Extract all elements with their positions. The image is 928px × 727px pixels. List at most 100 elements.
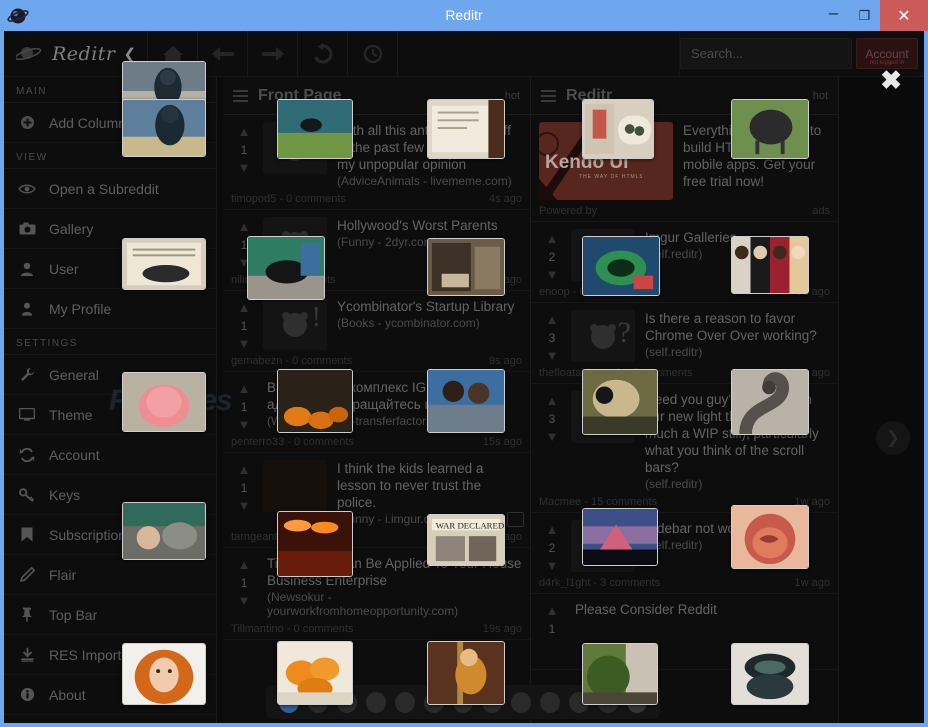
floating-thumbnail[interactable] bbox=[427, 238, 505, 296]
search-input[interactable] bbox=[691, 46, 867, 61]
hamburger-icon[interactable] bbox=[541, 89, 556, 102]
collapse-caret-icon[interactable]: ❮ bbox=[124, 45, 137, 63]
hamburger-icon[interactable] bbox=[233, 89, 248, 102]
dock-dot[interactable] bbox=[366, 691, 386, 713]
post-title[interactable]: Is there a reason to favor Chrome Over O… bbox=[645, 310, 830, 344]
vote-controls[interactable]: ▲ 1 ▼ bbox=[231, 122, 257, 188]
floating-thumbnail[interactable] bbox=[582, 508, 658, 566]
upvote-icon[interactable]: ▲ bbox=[238, 558, 251, 571]
downvote-icon[interactable]: ▼ bbox=[546, 349, 559, 362]
vote-controls[interactable]: ▲ 2 ▼ bbox=[539, 229, 565, 281]
sidebar-item-label: Account bbox=[49, 446, 100, 463]
floating-thumbnail[interactable] bbox=[122, 643, 206, 705]
upvote-icon[interactable]: ▲ bbox=[238, 220, 251, 233]
sidebar-item-flair[interactable]: Flair bbox=[4, 555, 216, 595]
post-byline[interactable]: penterro33 - 0 comments bbox=[231, 436, 354, 448]
floating-thumbnail[interactable] bbox=[427, 99, 505, 159]
post-title[interactable]: Hollywood's Worst Parents bbox=[337, 217, 522, 234]
post-byline[interactable]: d4rk_l1ght - 3 comments bbox=[539, 577, 660, 589]
floating-thumbnail[interactable]: WAR DECLARED bbox=[427, 514, 505, 566]
vote-controls[interactable]: ▲ 1 ▼ bbox=[231, 298, 257, 350]
column-sort-label[interactable]: hot bbox=[505, 90, 520, 102]
vote-controls[interactable]: ▲ 3 ▼ bbox=[539, 391, 565, 491]
downvote-icon[interactable]: ▼ bbox=[238, 337, 251, 350]
refresh-icon[interactable] bbox=[298, 31, 348, 76]
forward-arrow-icon[interactable] bbox=[248, 31, 298, 76]
close-overlay-icon[interactable]: ✖ bbox=[880, 67, 902, 93]
post-title[interactable]: I think the kids learned a lesson to nev… bbox=[337, 460, 522, 511]
post-thumbnail[interactable]: ! bbox=[263, 298, 327, 350]
close-button[interactable]: ✕ bbox=[880, 0, 928, 31]
sidebar-item-account[interactable]: Account bbox=[4, 435, 216, 475]
upvote-icon[interactable]: ▲ bbox=[546, 523, 559, 536]
post-byline[interactable]: gemabezn - 0 comments bbox=[231, 355, 352, 367]
floating-thumbnail[interactable] bbox=[427, 369, 505, 433]
downvote-icon[interactable]: ▼ bbox=[238, 594, 251, 607]
minimize-button[interactable]: – bbox=[818, 0, 849, 31]
post-score: 3 bbox=[548, 331, 556, 345]
dock-dot[interactable] bbox=[395, 691, 415, 713]
floating-thumbnail[interactable] bbox=[122, 238, 206, 290]
floating-thumbnail[interactable] bbox=[277, 99, 353, 159]
downvote-icon[interactable]: ▼ bbox=[546, 268, 559, 281]
floating-thumbnail[interactable] bbox=[582, 369, 658, 435]
downvote-icon[interactable]: ▼ bbox=[546, 559, 559, 572]
post-byline[interactable]: Tillmantino - 0 comments bbox=[231, 623, 353, 635]
floating-thumbnail[interactable] bbox=[731, 236, 809, 294]
floating-thumbnail[interactable] bbox=[582, 236, 660, 296]
upvote-icon[interactable]: ▲ bbox=[238, 125, 251, 138]
vote-controls[interactable]: ▲ 1 ▼ bbox=[231, 555, 257, 618]
floating-thumbnail[interactable] bbox=[277, 369, 353, 433]
history-clock-icon[interactable] bbox=[348, 31, 398, 76]
pencil-icon bbox=[18, 567, 36, 582]
sidebar-item-my-profile[interactable]: My Profile bbox=[4, 289, 216, 329]
vote-controls[interactable]: ▲ 1 bbox=[539, 601, 565, 641]
maximize-button[interactable]: ❐ bbox=[849, 0, 880, 31]
column-sort-label[interactable]: hot bbox=[813, 90, 828, 102]
floating-thumbnail[interactable] bbox=[582, 643, 658, 705]
floating-thumbnail[interactable] bbox=[122, 372, 206, 432]
post-item[interactable]: ▲ 1 ▼ ! Ycombinator's Startup Library (B… bbox=[223, 291, 530, 372]
downvote-icon[interactable]: ▼ bbox=[238, 499, 251, 512]
downvote-icon[interactable]: ▼ bbox=[546, 430, 559, 443]
upvote-icon[interactable]: ▲ bbox=[546, 604, 559, 617]
floating-thumbnail[interactable] bbox=[277, 641, 353, 705]
post-title[interactable]: Please Consider Reddit bbox=[575, 601, 830, 618]
upvote-icon[interactable]: ▲ bbox=[546, 313, 559, 326]
post-byline[interactable]: timopod5 - 0 comments bbox=[231, 193, 346, 205]
vote-controls[interactable]: ▲ 1 ▼ bbox=[231, 460, 257, 526]
app-body: Reditr ❮ Search... Account not logged in… bbox=[4, 31, 924, 723]
vote-controls[interactable]: ▲ 1 ▼ bbox=[231, 379, 257, 431]
expand-image-icon[interactable] bbox=[507, 512, 524, 527]
upvote-icon[interactable]: ▲ bbox=[546, 232, 559, 245]
dock-dot[interactable] bbox=[511, 691, 531, 713]
search-box[interactable] bbox=[680, 38, 882, 69]
floating-thumbnail[interactable] bbox=[731, 505, 809, 569]
upvote-icon[interactable]: ▲ bbox=[238, 382, 251, 395]
floating-thumbnail[interactable] bbox=[277, 511, 353, 577]
downvote-icon[interactable]: ▼ bbox=[238, 418, 251, 431]
floating-thumbnail[interactable] bbox=[731, 369, 809, 435]
vote-controls[interactable]: ▲ 3 ▼ bbox=[539, 310, 565, 362]
floating-thumbnail[interactable] bbox=[122, 502, 206, 560]
post-byline[interactable]: Macmee - 15 comments bbox=[539, 496, 657, 508]
upvote-icon[interactable]: ▲ bbox=[546, 394, 559, 407]
ad-powered-by: Powered by bbox=[539, 205, 598, 217]
upvote-icon[interactable]: ▲ bbox=[238, 301, 251, 314]
downvote-icon[interactable]: ▼ bbox=[238, 161, 251, 174]
post-thumbnail[interactable]: ? bbox=[571, 310, 635, 362]
upvote-icon[interactable]: ▲ bbox=[238, 463, 251, 476]
sidebar-item-top-bar[interactable]: Top Bar bbox=[4, 595, 216, 635]
floating-thumbnail[interactable] bbox=[731, 643, 809, 705]
floating-thumbnail[interactable] bbox=[731, 99, 809, 159]
post-title[interactable]: Ycombinator's Startup Library bbox=[337, 298, 522, 315]
floating-thumbnail[interactable] bbox=[582, 99, 654, 159]
floating-thumbnail[interactable] bbox=[427, 641, 505, 705]
floating-thumbnail[interactable] bbox=[122, 99, 206, 157]
next-column-arrow[interactable]: ❯ bbox=[876, 421, 910, 455]
post-thumbnail[interactable] bbox=[263, 460, 327, 512]
floating-thumbnail[interactable] bbox=[247, 236, 325, 300]
vote-controls[interactable]: ▲ 2 ▼ bbox=[539, 520, 565, 572]
dock-dot[interactable] bbox=[540, 691, 560, 713]
sidebar-item-open-a-subreddit[interactable]: Open a Subreddit bbox=[4, 169, 216, 209]
